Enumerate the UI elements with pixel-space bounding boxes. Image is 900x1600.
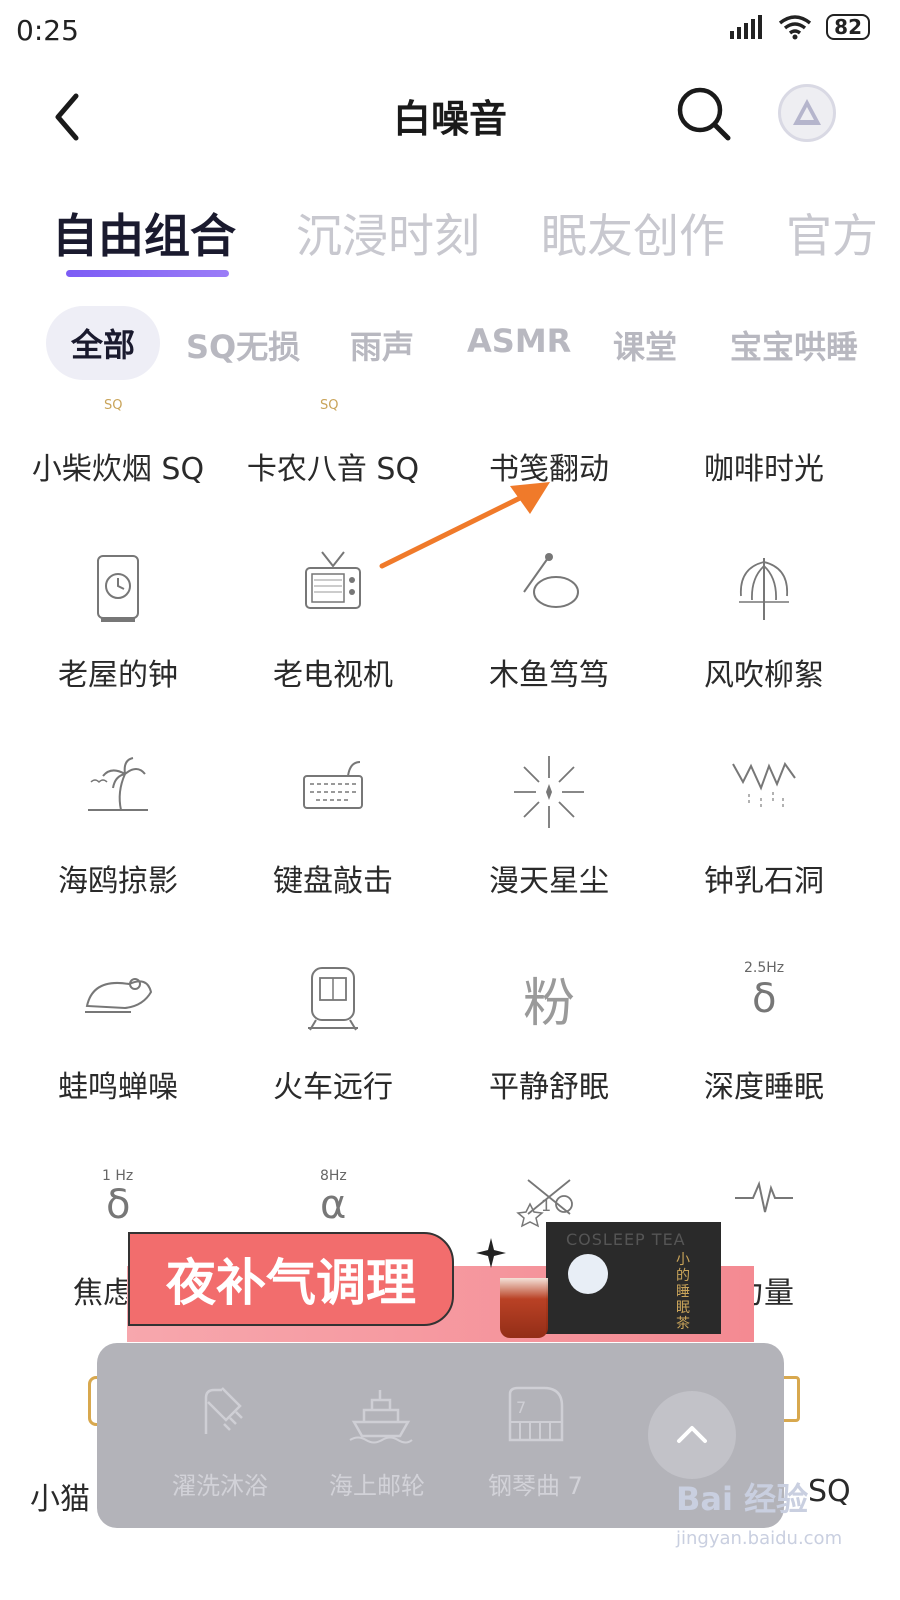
sound-item-label[interactable]: 咖啡时光 — [656, 444, 872, 488]
tab-official[interactable]: 官方 — [786, 200, 878, 266]
tv-icon[interactable] — [288, 548, 378, 628]
fen-character-icon[interactable]: 粉 — [504, 958, 594, 1038]
tab-creations[interactable]: 眠友创作 — [541, 200, 725, 266]
sq-mark: SQ — [320, 398, 339, 413]
sound-item-label[interactable]: 老屋的钟 — [10, 650, 226, 694]
sq-mark: SQ — [104, 398, 123, 413]
cruise-ship-icon[interactable] — [348, 1384, 414, 1444]
chip-rain[interactable]: 雨声 — [350, 322, 414, 368]
chip-asmr[interactable]: ASMR — [467, 322, 571, 360]
shower-icon[interactable] — [196, 1384, 256, 1444]
train-icon[interactable] — [288, 958, 378, 1038]
product-box-image: COSLEEP TEA 小的睡眠茶 — [546, 1222, 721, 1334]
sound-item-label[interactable]: 钟乳石洞 — [656, 856, 872, 900]
sound-item-label[interactable]: 老电视机 — [225, 650, 441, 694]
search-button[interactable] — [676, 86, 732, 142]
search-icon — [677, 87, 731, 141]
product-brand: COSLEEP TEA — [566, 1230, 686, 1249]
delta-wave-icon[interactable]: δ — [106, 1182, 130, 1228]
product-name: 小的睡眠茶 — [676, 1252, 690, 1332]
delta-wave-icon[interactable]: δ — [752, 976, 776, 1022]
status-time: 0:25 — [16, 14, 79, 47]
keyboard-icon[interactable] — [288, 752, 378, 832]
sparkle-icon — [476, 1238, 506, 1268]
sound-item-label[interactable]: 深度睡眠 — [656, 1062, 872, 1106]
player-item-piano[interactable]: 钢琴曲 7 — [488, 1466, 583, 1501]
wifi-icon — [779, 15, 812, 40]
promo-banner-text: 夜补气调理 — [166, 1254, 416, 1312]
frog-icon[interactable] — [73, 958, 163, 1038]
piano-icon[interactable] — [504, 1384, 568, 1444]
expand-player-button[interactable] — [648, 1391, 736, 1479]
player-item-bath[interactable]: 濯洗沐浴 — [172, 1466, 268, 1501]
sound-item-label[interactable]: 小柴炊烟 SQ — [10, 444, 226, 488]
sound-item-label[interactable]: 海鸥掠影 — [10, 856, 226, 900]
sound-item-label[interactable]: 漫天星尘 — [441, 856, 657, 900]
palm-island-icon[interactable] — [73, 752, 163, 832]
sound-item-label[interactable]: SQ — [808, 1474, 851, 1509]
watermark: Bai 经验 — [676, 1480, 809, 1518]
battery-indicator: 82 — [826, 14, 870, 40]
page-title: 白噪音 — [392, 97, 507, 141]
signal-icon — [730, 15, 763, 39]
chip-all[interactable]: 全部 — [46, 306, 160, 380]
chevron-up-icon — [677, 1426, 707, 1443]
alpha-wave-icon[interactable]: α — [320, 1182, 346, 1228]
pulse-icon[interactable] — [719, 1158, 809, 1238]
sound-item-label[interactable]: 键盘敲击 — [225, 856, 441, 900]
avatar-logo-icon — [793, 99, 821, 125]
promo-banner-tag[interactable]: 夜补气调理 — [128, 1232, 454, 1326]
chip-baby-sleep[interactable]: 宝宝哄睡 — [730, 322, 858, 368]
sound-item-label[interactable]: 蛙鸣蝉噪 — [10, 1062, 226, 1106]
tea-cup-image — [500, 1278, 548, 1338]
chip-sq-lossless[interactable]: SQ无损 — [186, 322, 300, 368]
avatar[interactable] — [778, 84, 836, 142]
sound-item-label[interactable]: 木鱼笃笃 — [441, 650, 657, 694]
status-icons: 82 — [730, 14, 870, 40]
sound-item-label[interactable]: 风吹柳絮 — [656, 650, 872, 694]
player-item-cruise[interactable]: 海上邮轮 — [329, 1466, 425, 1501]
star-burst-icon[interactable] — [504, 752, 594, 832]
sound-item-label[interactable]: 小猫 — [30, 1474, 90, 1518]
willow-icon[interactable] — [719, 548, 809, 628]
zodiac-number: 1 — [541, 1196, 552, 1215]
sound-item-label[interactable]: 平静舒眠 — [441, 1062, 657, 1106]
cave-icon[interactable] — [719, 752, 809, 832]
piano-badge: 7 — [516, 1398, 527, 1417]
clock-icon[interactable] — [73, 548, 163, 628]
tab-immersive[interactable]: 沉浸时刻 — [296, 200, 480, 266]
tab-free-combo[interactable]: 自由组合 — [52, 200, 236, 266]
tab-indicator — [66, 270, 229, 277]
watermark-url: jingyan.baidu.com — [676, 1528, 843, 1549]
wooden-fish-icon[interactable] — [504, 548, 594, 628]
chip-class[interactable]: 课堂 — [613, 322, 677, 368]
frequency-label: 2.5Hz — [744, 960, 785, 976]
sound-item-label[interactable]: 火车远行 — [225, 1062, 441, 1106]
